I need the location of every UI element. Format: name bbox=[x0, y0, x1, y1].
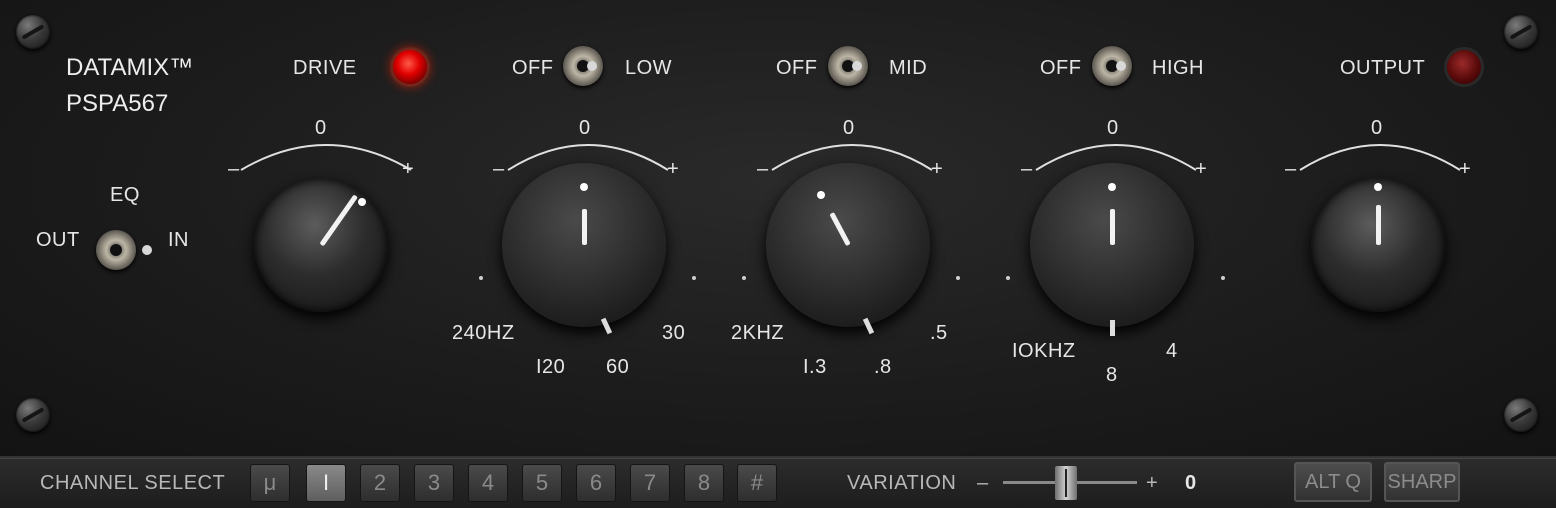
brand-model: PSPA567 bbox=[66, 90, 169, 117]
high-scale-zero: 0 bbox=[1107, 117, 1119, 139]
low-freq-label-0: 240HZ bbox=[452, 322, 515, 344]
channel-button-5[interactable]: 4 bbox=[468, 464, 508, 502]
mid-freq-label-3: .5 bbox=[930, 322, 948, 344]
mid-toggle-on-label: MID bbox=[889, 57, 928, 79]
high-scale-plus: + bbox=[1195, 158, 1208, 180]
low-freq-label-3: 30 bbox=[662, 322, 686, 344]
high-gain-index-dot bbox=[1108, 183, 1116, 191]
channel-button-4[interactable]: 3 bbox=[414, 464, 454, 502]
high-freq-marker bbox=[1110, 320, 1115, 336]
drive-knob-index-dot bbox=[358, 198, 366, 206]
screw-bottom-right bbox=[1504, 398, 1538, 432]
variation-plus-label: + bbox=[1146, 472, 1159, 494]
toggle-tip bbox=[587, 61, 597, 71]
high-gain-pointer bbox=[1109, 209, 1115, 245]
mid-gain-knob[interactable] bbox=[766, 163, 930, 327]
channel-button-9[interactable]: 8 bbox=[684, 464, 724, 502]
variation-minus-label: – bbox=[977, 472, 989, 494]
low-gain-pointer bbox=[581, 209, 587, 245]
low-scale-plus: + bbox=[667, 158, 680, 180]
eq-switch-out-label: OUT bbox=[36, 229, 80, 251]
high-freq-label-1: 8 bbox=[1106, 364, 1118, 386]
channel-button-2[interactable]: I bbox=[306, 464, 346, 502]
high-gain-knob[interactable] bbox=[1030, 163, 1194, 327]
drive-knob[interactable] bbox=[254, 178, 388, 312]
variation-label: VARIATION bbox=[847, 472, 957, 494]
high-band-toggle[interactable] bbox=[1092, 46, 1132, 86]
variation-value: 0 bbox=[1185, 472, 1197, 494]
output-scale-plus: + bbox=[1459, 158, 1472, 180]
output-scale-zero: 0 bbox=[1371, 117, 1383, 139]
output-scale-minus: – bbox=[1285, 158, 1297, 180]
mid-freq-label-0: 2KHZ bbox=[731, 322, 785, 344]
eq-switch-in-label: IN bbox=[168, 229, 189, 251]
mid-freq-tick-left bbox=[742, 276, 746, 280]
mid-freq-label-2: .8 bbox=[874, 356, 892, 378]
drive-led bbox=[393, 50, 427, 84]
channel-button-1[interactable]: μ bbox=[250, 464, 290, 502]
mid-freq-label-1: I.3 bbox=[803, 356, 827, 378]
output-knob-pointer bbox=[1375, 205, 1381, 245]
channel-select-label: CHANNEL SELECT bbox=[40, 472, 226, 494]
drive-scale-minus: – bbox=[228, 158, 240, 180]
mid-scale-plus: + bbox=[931, 158, 944, 180]
brand-name: DATAMIX™ bbox=[66, 54, 194, 81]
drive-scale-zero: 0 bbox=[315, 117, 327, 139]
channel-button-10[interactable]: # bbox=[737, 464, 777, 502]
low-toggle-on-label: LOW bbox=[625, 57, 673, 79]
low-toggle-off-label: OFF bbox=[512, 57, 554, 79]
channel-button-3[interactable]: 2 bbox=[360, 464, 400, 502]
mid-scale-zero: 0 bbox=[843, 117, 855, 139]
mid-gain-index-dot bbox=[817, 191, 825, 199]
low-gain-index-dot bbox=[580, 183, 588, 191]
toggle-tip bbox=[852, 61, 862, 71]
drive-scale-plus: + bbox=[402, 158, 415, 180]
low-band-toggle[interactable] bbox=[563, 46, 603, 86]
high-freq-tick-left bbox=[1006, 276, 1010, 280]
mid-band-toggle[interactable] bbox=[828, 46, 868, 86]
output-knob-index-dot bbox=[1374, 183, 1382, 191]
output-knob[interactable] bbox=[1311, 178, 1445, 312]
drive-label: DRIVE bbox=[293, 57, 357, 79]
eq-bypass-toggle[interactable] bbox=[96, 230, 152, 270]
channel-button-7[interactable]: 6 bbox=[576, 464, 616, 502]
eq-switch-title: EQ bbox=[110, 184, 140, 206]
variation-slider-handle[interactable] bbox=[1055, 466, 1077, 500]
low-freq-label-1: I20 bbox=[536, 356, 566, 378]
screw-top-right bbox=[1504, 15, 1538, 49]
high-toggle-on-label: HIGH bbox=[1152, 57, 1204, 79]
low-freq-tick-left bbox=[479, 276, 483, 280]
mid-freq-tick-right bbox=[956, 276, 960, 280]
high-toggle-off-label: OFF bbox=[1040, 57, 1082, 79]
toggle-lever bbox=[110, 244, 122, 256]
low-freq-label-2: 60 bbox=[606, 356, 630, 378]
high-freq-tick-right bbox=[1221, 276, 1225, 280]
screw-top-left bbox=[16, 15, 50, 49]
channel-button-8[interactable]: 7 bbox=[630, 464, 670, 502]
screw-bottom-left bbox=[16, 398, 50, 432]
high-freq-label-0: IOKHZ bbox=[1012, 340, 1076, 362]
plugin-faceplate: DATAMIX™ PSPA567 EQ OUT IN DRIVE 0 – + O… bbox=[0, 0, 1556, 458]
low-scale-zero: 0 bbox=[579, 117, 591, 139]
low-freq-tick-right bbox=[692, 276, 696, 280]
output-led bbox=[1447, 50, 1481, 84]
mid-toggle-off-label: OFF bbox=[776, 57, 818, 79]
high-freq-label-2: 4 bbox=[1166, 340, 1178, 362]
toggle-tip bbox=[1116, 61, 1126, 71]
output-label: OUTPUT bbox=[1340, 57, 1426, 79]
alt-q-button[interactable]: ALT Q bbox=[1294, 462, 1372, 502]
sharp-button[interactable]: SHARP bbox=[1384, 462, 1460, 502]
low-gain-knob[interactable] bbox=[502, 163, 666, 327]
toggle-tip bbox=[142, 245, 152, 255]
output-knob-body bbox=[1311, 178, 1445, 312]
channel-button-6[interactable]: 5 bbox=[522, 464, 562, 502]
